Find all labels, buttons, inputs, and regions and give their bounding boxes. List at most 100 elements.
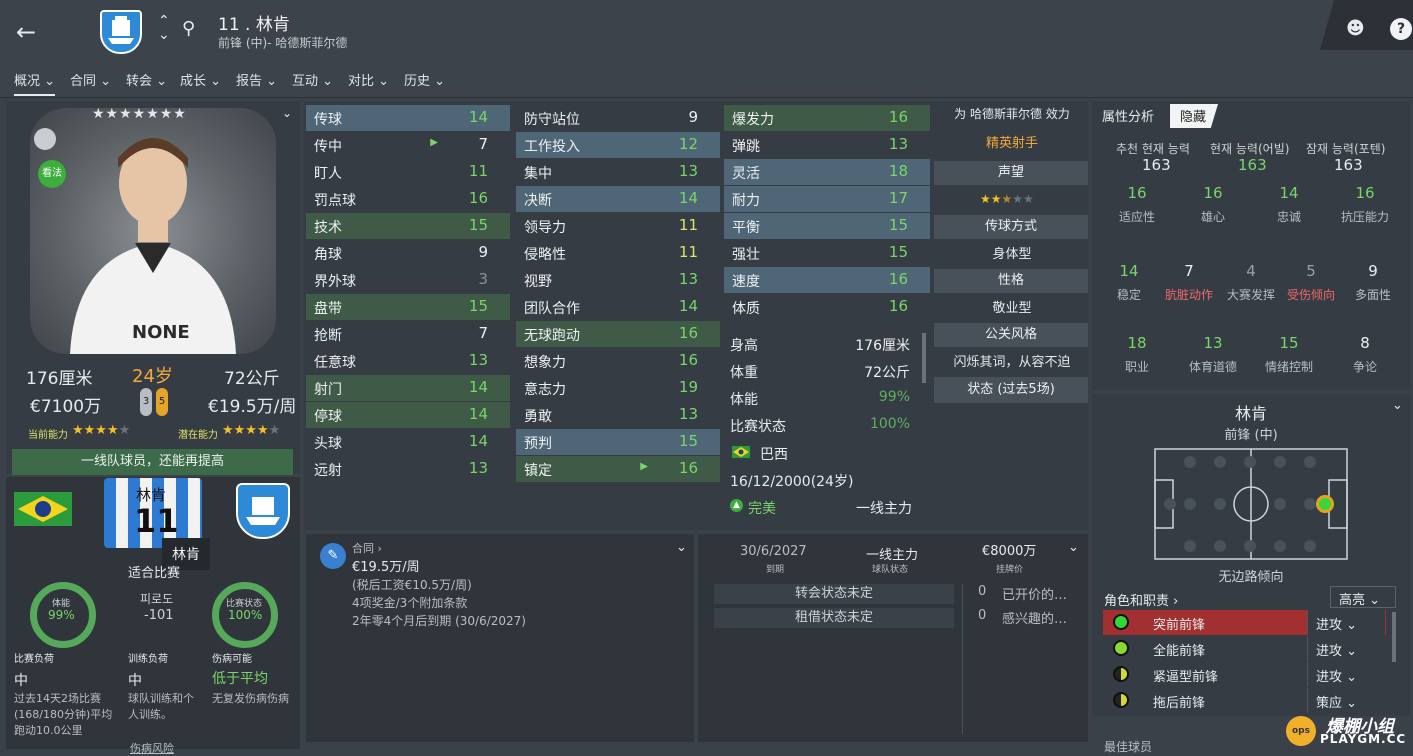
attribute-row[interactable]: 传球 14 bbox=[306, 105, 510, 131]
personality-button[interactable]: 性格 bbox=[934, 269, 1088, 293]
tab-hidden[interactable]: 隐藏 bbox=[1170, 104, 1219, 128]
attribute-row[interactable]: 意志力 19 bbox=[516, 375, 720, 401]
tab-transfer[interactable]: 转会 ⌄ bbox=[126, 70, 167, 89]
attribute-row[interactable]: 速度 16 bbox=[724, 267, 930, 293]
attribute-row[interactable]: 平衡 15 bbox=[724, 213, 930, 239]
tab-history[interactable]: 历史 ⌄ bbox=[404, 70, 445, 89]
duty-dropdown[interactable]: 进攻 ⌄ bbox=[1307, 610, 1385, 635]
tab-contract[interactable]: 合同 ⌄ bbox=[70, 70, 111, 89]
offers-label[interactable]: 已开价的… bbox=[1002, 584, 1067, 603]
attribute-row[interactable]: 传中 7 ▲ bbox=[306, 132, 510, 158]
transfer-status[interactable]: 转会状态未定 bbox=[714, 584, 954, 604]
attribute-label: 防守站位 bbox=[524, 112, 580, 128]
interest-label[interactable]: 感兴趣的… bbox=[1002, 608, 1067, 627]
attribute-value: 9 bbox=[688, 108, 698, 126]
transfer-menu-icon[interactable]: ⌄ bbox=[1068, 540, 1079, 555]
hidden-attr-label: 体育道德 bbox=[1188, 360, 1237, 374]
attribute-row[interactable]: 角球 9 bbox=[306, 240, 510, 266]
attribute-row[interactable]: 任意球 13 bbox=[306, 348, 510, 374]
attribute-row[interactable]: 无球跑动 16 bbox=[516, 321, 720, 347]
role-row[interactable]: 突前前锋 进攻 ⌄ bbox=[1103, 610, 1386, 635]
info-value: 72公斤 bbox=[864, 365, 910, 381]
status-bar: 一线队球员，还能再提高 bbox=[12, 449, 293, 475]
attribute-row[interactable]: 爆发力 16 bbox=[724, 105, 930, 131]
roles-scrollbar[interactable] bbox=[1392, 612, 1396, 662]
passing-style-button[interactable]: 传球方式 bbox=[934, 215, 1088, 239]
attribute-row[interactable]: 界外球 3 bbox=[306, 267, 510, 293]
contract-label[interactable]: 合同 › bbox=[352, 540, 382, 556]
interest-count: 0 bbox=[978, 608, 987, 623]
help-icon[interactable]: ? bbox=[1390, 18, 1412, 40]
media-style-button[interactable]: 公关风格 bbox=[934, 323, 1088, 347]
attribute-label: 角球 bbox=[314, 247, 342, 263]
attribute-row[interactable]: 技术 15 bbox=[306, 213, 510, 239]
attribute-row[interactable]: 头球 14 bbox=[306, 429, 510, 455]
attribute-row[interactable]: 抢断 7 bbox=[306, 321, 510, 347]
attribute-row[interactable]: 弹跳 13 bbox=[724, 132, 930, 158]
duty-dropdown[interactable]: 策应 ⌄ bbox=[1307, 688, 1385, 713]
attribute-row[interactable]: 领导力 11 bbox=[516, 213, 720, 239]
tab-attribute-analysis[interactable]: 属性分析 bbox=[1102, 106, 1154, 125]
attribute-row[interactable]: 视野 13 bbox=[516, 267, 720, 293]
attribute-label: 勇敢 bbox=[524, 409, 552, 425]
tab-compare[interactable]: 对比 ⌄ bbox=[348, 70, 389, 89]
duty-dropdown[interactable]: 进攻 ⌄ bbox=[1307, 662, 1385, 687]
attribute-row[interactable]: 防守站位 9 bbox=[516, 105, 720, 131]
expiry-date: 30/6/2027 bbox=[740, 544, 807, 559]
attribute-row[interactable]: 耐力 17 bbox=[724, 186, 930, 212]
attribute-value: 13 bbox=[888, 135, 908, 153]
star-player-label: 精英射手 bbox=[985, 136, 1038, 151]
role-row[interactable]: 紧逼型前锋 进攻 ⌄ bbox=[1103, 662, 1386, 687]
attribute-row[interactable]: 强壮 15 bbox=[724, 240, 930, 266]
info-scrollbar[interactable] bbox=[922, 333, 926, 383]
form-button[interactable]: 状态 (过去5场) bbox=[934, 377, 1088, 403]
player-switch-icon[interactable]: ⌃ ⌄ bbox=[158, 14, 170, 42]
attribute-row[interactable]: 灵活 18 bbox=[724, 159, 930, 185]
perfect-label: 完美 bbox=[748, 501, 776, 517]
duty-dropdown[interactable]: 进攻 ⌄ bbox=[1307, 636, 1385, 661]
attribute-row[interactable]: 想象力 16 bbox=[516, 348, 720, 374]
attribute-value: 13 bbox=[468, 459, 488, 477]
attribute-row[interactable]: 远射 13 bbox=[306, 456, 510, 482]
attribute-value: 16 bbox=[888, 297, 908, 315]
attribute-row[interactable]: 工作投入 12 bbox=[516, 132, 720, 158]
roles-title-text: 角色和职责 bbox=[1104, 594, 1170, 609]
attribute-row[interactable]: 决断 14 bbox=[516, 186, 720, 212]
role-row[interactable]: 拖后前锋 策应 ⌄ bbox=[1103, 688, 1386, 713]
attribute-row[interactable]: 勇敢 13 bbox=[516, 402, 720, 428]
role-row[interactable]: 全能前锋 进攻 ⌄ bbox=[1103, 636, 1386, 661]
attribute-row[interactable]: 侵略性 11 bbox=[516, 240, 720, 266]
search-icon[interactable]: ⚲ bbox=[182, 18, 195, 39]
tab-overview[interactable]: 概况 ⌄ bbox=[14, 70, 56, 96]
attribute-row[interactable]: 射门 14 bbox=[306, 375, 510, 401]
tab-interaction[interactable]: 互动 ⌄ bbox=[292, 70, 333, 89]
back-icon[interactable]: ← bbox=[16, 18, 36, 46]
highlight-dropdown[interactable]: 高亮 ⌄ bbox=[1330, 586, 1396, 608]
watermark-url: PLAYGM.CC bbox=[1320, 732, 1407, 746]
attribute-row[interactable]: 团队合作 14 bbox=[516, 294, 720, 320]
pitch-diagram bbox=[1154, 448, 1348, 560]
injury-chance-desc: 无复发伤病伤病 bbox=[212, 692, 289, 705]
attribute-row[interactable]: 集中 13 bbox=[516, 159, 720, 185]
face-card bbox=[30, 108, 276, 354]
attribute-row[interactable]: 预判 15 bbox=[516, 429, 720, 455]
tab-development[interactable]: 成长 ⌄ bbox=[180, 70, 221, 89]
view-badge[interactable]: 看法 bbox=[38, 160, 66, 188]
attribute-row[interactable]: 罚点球 16 bbox=[306, 186, 510, 212]
tab-reports[interactable]: 报告 ⌄ bbox=[236, 70, 277, 89]
attribute-row[interactable]: 体质 16 bbox=[724, 294, 930, 320]
profile-menu-icon[interactable]: ⌄ bbox=[282, 106, 292, 120]
attribute-row[interactable]: 盘带 15 bbox=[306, 294, 510, 320]
reputation-button[interactable]: 声望 bbox=[934, 161, 1088, 185]
attribute-row[interactable]: 镇定 16 ▲ bbox=[516, 456, 720, 482]
edit-icon[interactable]: ✎ bbox=[320, 543, 346, 569]
injury-risk-link[interactable]: 伤病风险 bbox=[130, 740, 174, 756]
loan-status[interactable]: 租借状态未定 bbox=[714, 608, 954, 628]
recommended-ca-value: 163 bbox=[1142, 156, 1171, 174]
attribute-row[interactable]: 盯人 11 bbox=[306, 159, 510, 185]
contract-menu-icon[interactable]: ⌄ bbox=[676, 540, 687, 555]
scout-icon[interactable]: ☻ bbox=[1346, 18, 1365, 39]
roles-title[interactable]: 角色和职责 › bbox=[1104, 590, 1178, 609]
attribute-row[interactable]: 停球 14 bbox=[306, 402, 510, 428]
attribute-label: 灵活 bbox=[732, 166, 760, 182]
